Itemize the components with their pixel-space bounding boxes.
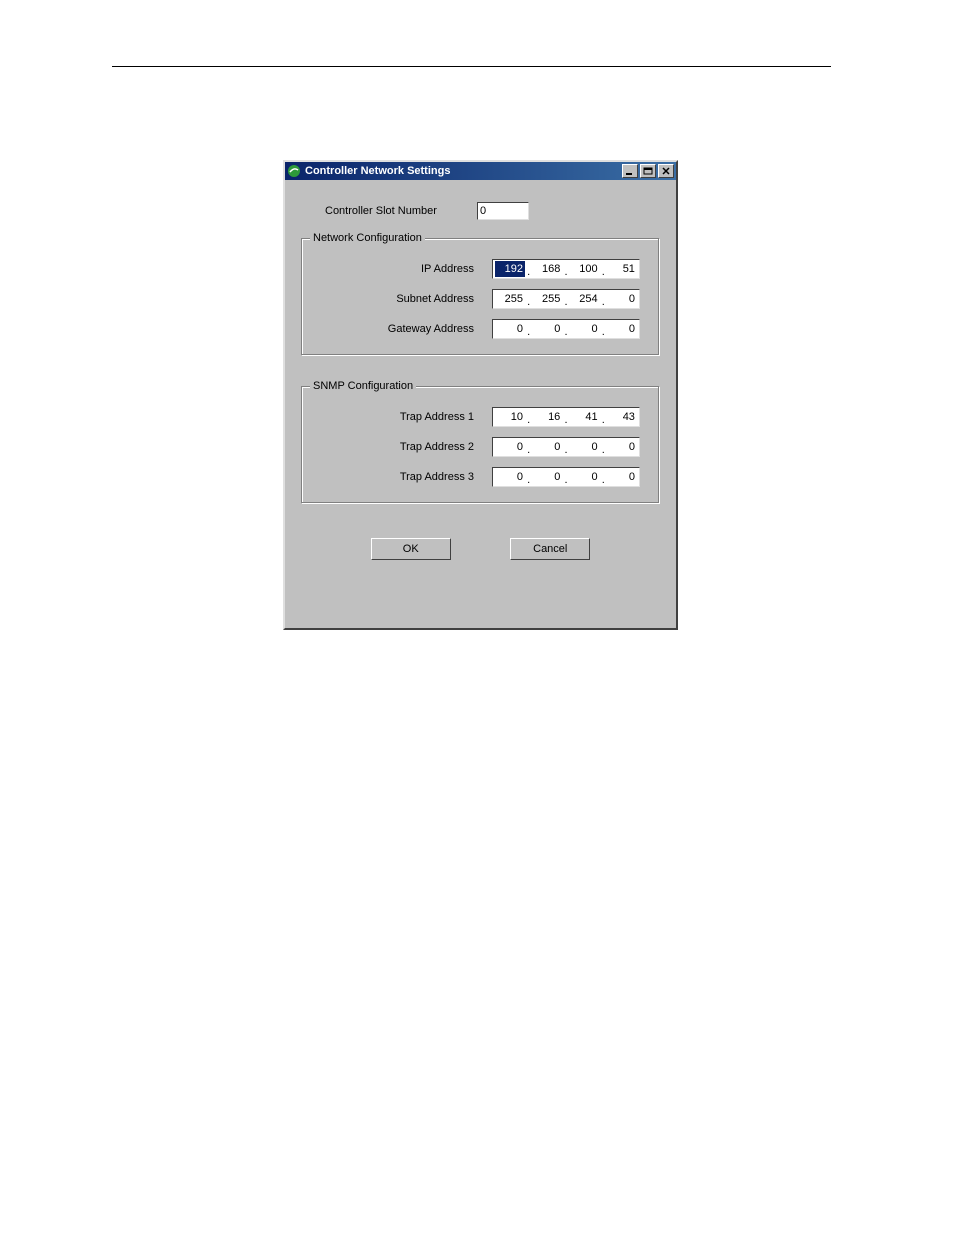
- network-configuration-group: Network Configuration IP Address . . . S…: [301, 238, 660, 356]
- controller-slot-input[interactable]: [477, 202, 529, 220]
- ip-dot: .: [526, 324, 532, 340]
- ip-dot: .: [526, 472, 532, 488]
- page-rule: [112, 66, 831, 67]
- ip-dot: .: [600, 412, 606, 428]
- gateway-octet-3[interactable]: [570, 321, 600, 337]
- trap1-octet-3[interactable]: [570, 409, 600, 425]
- ip-dot: .: [600, 264, 606, 280]
- controller-slot-label: Controller Slot Number: [325, 205, 477, 217]
- ip-address-octet-4[interactable]: [607, 261, 637, 277]
- gateway-address-row: Gateway Address . . .: [314, 319, 647, 339]
- titlebar[interactable]: Controller Network Settings: [285, 162, 676, 180]
- ip-address-input[interactable]: . . .: [492, 259, 640, 279]
- trap3-octet-4[interactable]: [607, 469, 637, 485]
- snmp-configuration-group: SNMP Configuration Trap Address 1 . . . …: [301, 386, 660, 504]
- trap3-octet-3[interactable]: [570, 469, 600, 485]
- ip-address-octet-2[interactable]: [532, 261, 562, 277]
- ip-dot: .: [600, 442, 606, 458]
- ip-dot: .: [563, 472, 569, 488]
- app-icon: [287, 164, 301, 178]
- window-controls: [620, 164, 674, 178]
- ip-dot: .: [600, 294, 606, 310]
- button-bar: OK Cancel: [301, 534, 660, 560]
- ip-dot: .: [526, 264, 532, 280]
- subnet-octet-1[interactable]: [495, 291, 525, 307]
- gateway-address-label: Gateway Address: [314, 323, 492, 335]
- trap2-octet-2[interactable]: [532, 439, 562, 455]
- gateway-octet-1[interactable]: [495, 321, 525, 337]
- close-button[interactable]: [658, 164, 674, 178]
- trap-address-3-label: Trap Address 3: [314, 471, 492, 483]
- ip-dot: .: [526, 412, 532, 428]
- trap1-octet-4[interactable]: [607, 409, 637, 425]
- trap2-octet-4[interactable]: [607, 439, 637, 455]
- subnet-octet-2[interactable]: [532, 291, 562, 307]
- cancel-button[interactable]: Cancel: [510, 538, 590, 560]
- window-title: Controller Network Settings: [305, 165, 620, 177]
- subnet-octet-4[interactable]: [607, 291, 637, 307]
- snmp-configuration-legend: SNMP Configuration: [310, 380, 416, 392]
- trap-address-1-row: Trap Address 1 . . .: [314, 407, 647, 427]
- gateway-octet-4[interactable]: [607, 321, 637, 337]
- ip-dot: .: [563, 442, 569, 458]
- ok-button[interactable]: OK: [371, 538, 451, 560]
- trap-address-2-input[interactable]: . . .: [492, 437, 640, 457]
- trap-address-3-input[interactable]: . . .: [492, 467, 640, 487]
- subnet-address-row: Subnet Address . . .: [314, 289, 647, 309]
- gateway-address-input[interactable]: . . .: [492, 319, 640, 339]
- ip-dot: .: [600, 472, 606, 488]
- gateway-octet-2[interactable]: [532, 321, 562, 337]
- trap1-octet-1[interactable]: [495, 409, 525, 425]
- ip-dot: .: [563, 324, 569, 340]
- trap3-octet-2[interactable]: [532, 469, 562, 485]
- ip-address-label: IP Address: [314, 263, 492, 275]
- ip-dot: .: [563, 412, 569, 428]
- minimize-button[interactable]: [622, 164, 638, 178]
- subnet-octet-3[interactable]: [570, 291, 600, 307]
- trap-address-1-input[interactable]: . . .: [492, 407, 640, 427]
- trap-address-3-row: Trap Address 3 . . .: [314, 467, 647, 487]
- ip-dot: .: [526, 442, 532, 458]
- subnet-address-label: Subnet Address: [314, 293, 492, 305]
- trap2-octet-3[interactable]: [570, 439, 600, 455]
- trap-address-1-label: Trap Address 1: [314, 411, 492, 423]
- trap3-octet-1[interactable]: [495, 469, 525, 485]
- dialog-controller-network-settings: Controller Network Settings Controller S…: [283, 160, 678, 630]
- ip-dot: .: [526, 294, 532, 310]
- ip-dot: .: [563, 264, 569, 280]
- maximize-button[interactable]: [640, 164, 656, 178]
- ip-dot: .: [600, 324, 606, 340]
- ip-address-row: IP Address . . .: [314, 259, 647, 279]
- trap2-octet-1[interactable]: [495, 439, 525, 455]
- trap1-octet-2[interactable]: [532, 409, 562, 425]
- ip-address-octet-3[interactable]: [570, 261, 600, 277]
- ip-dot: .: [563, 294, 569, 310]
- dialog-client-area: Controller Slot Number Network Configura…: [285, 180, 676, 574]
- trap-address-2-label: Trap Address 2: [314, 441, 492, 453]
- trap-address-2-row: Trap Address 2 . . .: [314, 437, 647, 457]
- ip-address-octet-1[interactable]: [495, 261, 525, 277]
- subnet-address-input[interactable]: . . .: [492, 289, 640, 309]
- controller-slot-row: Controller Slot Number: [325, 202, 660, 220]
- network-configuration-legend: Network Configuration: [310, 232, 425, 244]
